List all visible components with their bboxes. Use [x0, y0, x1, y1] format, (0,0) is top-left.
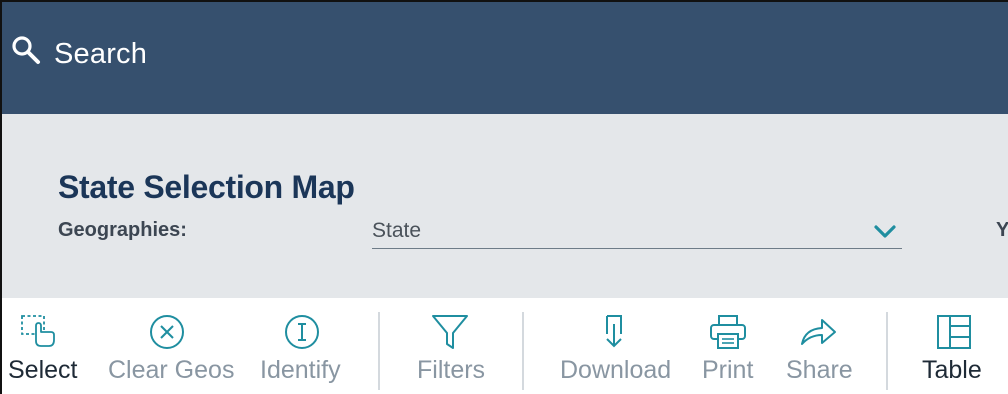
download-icon: [606, 315, 622, 348]
clear-circle-x-icon: [150, 315, 184, 349]
geographies-dropdown[interactable]: State: [372, 211, 902, 249]
download-button[interactable]: Download: [556, 298, 676, 394]
geographies-selected-value: State: [372, 219, 422, 242]
select-pointer-icon: [21, 315, 55, 347]
map-toolbar: Select Clear Geos Identify Filters Downl…: [2, 298, 1008, 394]
identify-label: Identify: [260, 356, 341, 384]
share-arrow-icon: [801, 319, 836, 345]
table-button[interactable]: Table: [916, 298, 996, 394]
toolbar-divider: [886, 312, 888, 390]
identify-button[interactable]: Identify: [254, 298, 354, 394]
search-label[interactable]: Search: [54, 38, 147, 71]
app-frame: Search State Selection Map Geographies: …: [0, 0, 1008, 394]
map-config-panel: State Selection Map Geographies: State Y: [2, 114, 1008, 298]
table-icon: [937, 315, 971, 349]
select-label: Select: [8, 356, 78, 384]
printer-icon: [710, 315, 746, 349]
next-field-label: Y: [996, 219, 1008, 242]
share-button[interactable]: Share: [782, 298, 858, 394]
toolbar-divider: [378, 312, 380, 390]
download-label: Download: [560, 356, 672, 384]
filters-label: Filters: [417, 356, 486, 384]
select-tool-button[interactable]: Select: [2, 298, 92, 394]
geographies-label: Geographies:: [58, 219, 187, 241]
clear-geos-button[interactable]: Clear Geos: [102, 298, 234, 394]
print-button[interactable]: Print: [698, 298, 762, 394]
clear-geos-label: Clear Geos: [108, 356, 235, 384]
info-circle-icon: [285, 315, 319, 349]
toolbar-divider: [522, 312, 524, 390]
page-title: State Selection Map: [58, 169, 355, 205]
table-label: Table: [922, 356, 982, 384]
search-icon[interactable]: [10, 34, 42, 66]
search-bar[interactable]: Search: [2, 2, 1008, 114]
filter-funnel-icon: [432, 315, 468, 349]
chevron-down-icon: [874, 225, 896, 238]
filters-button[interactable]: Filters: [412, 298, 502, 394]
share-label: Share: [786, 356, 853, 384]
print-label: Print: [702, 356, 754, 384]
